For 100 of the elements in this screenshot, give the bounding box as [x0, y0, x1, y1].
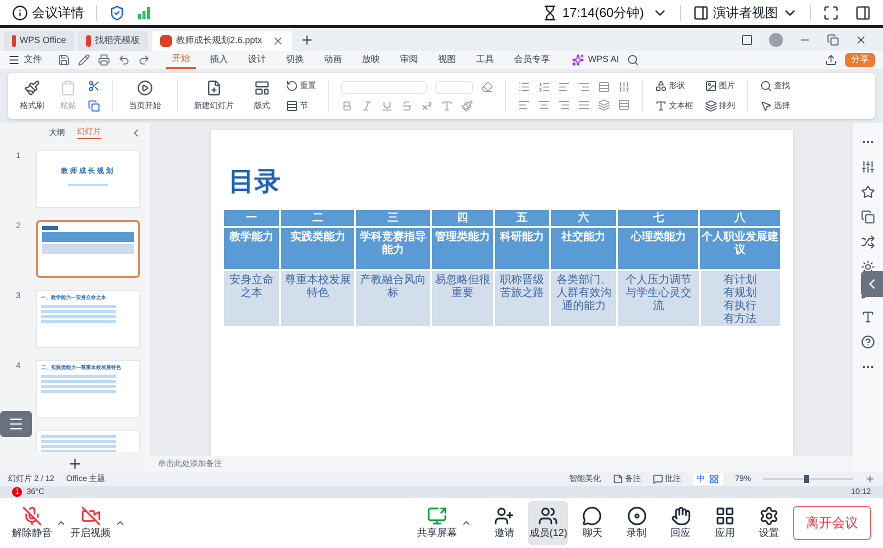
format-icon [538, 99, 550, 111]
ribbon-tab[interactable]: 视图 [432, 51, 462, 69]
section-button[interactable]: 节 [286, 100, 316, 112]
table-cell: 心理类能力 [618, 228, 698, 269]
file-type-icon [160, 35, 172, 47]
table-header-cell: 四 [432, 210, 494, 226]
format-icon [618, 81, 630, 93]
notes-button[interactable]: 备注 [612, 473, 641, 485]
table-cell: 个人职业发展建议 [700, 228, 780, 269]
notes-field[interactable]: 单击此处添加备注 [150, 456, 853, 472]
slide-number: 2 [16, 220, 22, 232]
meeting-toolbar-button[interactable]: 邀请 [484, 501, 524, 545]
file-type-icon [86, 35, 91, 47]
table-cell: 尊重本校发展特色 [281, 271, 354, 326]
format-icon [598, 99, 610, 111]
theme-button[interactable]: Office 主题 [66, 473, 106, 485]
reset-button[interactable]: 重置 [286, 80, 316, 92]
format-icon [461, 100, 473, 112]
side-tool-icon [861, 160, 875, 174]
ime-icon [708, 474, 719, 484]
meeting-toolbar-button[interactable]: 设置 [748, 501, 789, 545]
close-icon [272, 35, 284, 47]
ribbon-tab[interactable]: 工具 [470, 51, 500, 69]
shape-button[interactable]: 形状 [655, 80, 693, 92]
outline-toggle[interactable] [0, 411, 32, 437]
format-icon [401, 100, 413, 112]
beautify-button[interactable]: 智能美化 [568, 473, 601, 485]
meeting-toolbar-button[interactable]: 解除静音 [12, 501, 52, 545]
document-tab[interactable]: 教师成长规划2.6.pptx [152, 31, 292, 51]
view-icon [693, 4, 709, 20]
font-size-field[interactable] [435, 80, 473, 94]
meeting-toolbar-button[interactable]: 录制 [616, 501, 657, 545]
ribbon-tab[interactable]: 设计 [242, 51, 272, 69]
format-icon [361, 100, 373, 112]
find-button[interactable]: 查找 [760, 80, 790, 92]
meeting-toolbar-button[interactable]: 共享屏幕 [416, 501, 458, 545]
meeting-toolbar-button[interactable]: 聊天 [572, 501, 613, 545]
table-header-cell: 八 [700, 210, 780, 226]
scissors-icon [88, 80, 100, 92]
ribbon-tab[interactable]: 会员专享 [508, 51, 556, 69]
table-header-cell: 一 [224, 210, 280, 226]
ribbon-tab[interactable]: 动画 [318, 51, 348, 69]
slide-title: 目录 [228, 168, 282, 194]
tab-label: 找稻壳模板 [95, 34, 140, 48]
document-tab[interactable]: 找稻壳模板 [78, 31, 148, 51]
meeting-timer: 17:14(60分钟) [562, 4, 644, 22]
comment-icon [652, 474, 663, 484]
table-header-cell: 六 [550, 210, 616, 226]
panel-tab[interactable]: 大纲 [49, 126, 65, 139]
side-tool-icon [861, 235, 875, 249]
arrange-button[interactable]: 排列 [705, 100, 735, 112]
presenter-view-button[interactable]: 演讲者视图 [693, 2, 798, 22]
side-tool-icon [861, 210, 875, 224]
ime-mode[interactable]: 中 [696, 473, 705, 485]
ribbon-tab[interactable]: 插入 [204, 51, 234, 69]
close-icon [855, 34, 867, 46]
zoom-slider-thumb[interactable] [804, 475, 808, 483]
side-tool-icon [861, 185, 875, 199]
ribbon-tab[interactable]: 审阅 [394, 51, 424, 69]
textbox-button[interactable]: 文本框 [655, 100, 693, 112]
meeting-toolbar-button[interactable]: 成员(12) [528, 501, 568, 545]
play-from-current-button[interactable]: 当页开始 [125, 80, 165, 112]
restore-icon [827, 34, 839, 46]
side-tool-icon [861, 260, 875, 274]
hourglass-icon [542, 4, 558, 20]
layout-button[interactable]: 版式 [250, 80, 274, 112]
table-cell-line: 有计划 [724, 274, 757, 287]
comments-button[interactable]: 批注 [652, 473, 681, 485]
format-icon [518, 99, 530, 111]
add-slide-icon [67, 456, 83, 472]
avatar-icon[interactable] [769, 33, 783, 47]
leave-meeting-button[interactable]: 离开会议 [792, 506, 871, 540]
select-button[interactable]: 选择 [760, 100, 790, 112]
table-cell: 产教融合风向标 [356, 271, 430, 326]
new-slide-button[interactable]: 新建幻灯片 [190, 80, 238, 112]
meeting-details-title[interactable]: 会议详情 [32, 2, 84, 22]
format-painter-button[interactable]: 格式刷 [16, 80, 48, 112]
search-icon [627, 54, 640, 66]
table-cell: 科研能力 [495, 228, 549, 269]
wps-ai-button[interactable]: WPS AI [572, 53, 620, 67]
new-tab-icon [300, 33, 314, 47]
table-header-cell: 二 [281, 210, 354, 226]
slide-thumbnail[interactable] [36, 220, 140, 278]
expand-tab[interactable] [861, 271, 883, 297]
meeting-toolbar-button[interactable]: 应用 [704, 501, 745, 545]
table-cell: 实践类能力 [281, 228, 354, 269]
table-header-cell: 五 [495, 210, 549, 226]
sparkle-icon [572, 54, 584, 66]
meeting-toolbar-button[interactable]: 开启视频 [70, 501, 111, 545]
format-icon [381, 100, 393, 112]
document-tab[interactable]: WPS Office [4, 31, 74, 51]
picture-button[interactable]: 图片 [705, 80, 735, 92]
ribbon-tab[interactable]: 切换 [280, 51, 310, 69]
font-name-field[interactable] [341, 80, 427, 94]
file-menu[interactable]: 文件 [8, 53, 42, 67]
table-cell-line: 有执行 [724, 300, 757, 312]
table-cell: 管理类能力 [432, 228, 494, 269]
table-header-cell: 三 [356, 210, 430, 226]
meeting-toolbar-button[interactable]: 回应 [660, 501, 701, 545]
ribbon-tab[interactable]: 放映 [356, 51, 386, 69]
